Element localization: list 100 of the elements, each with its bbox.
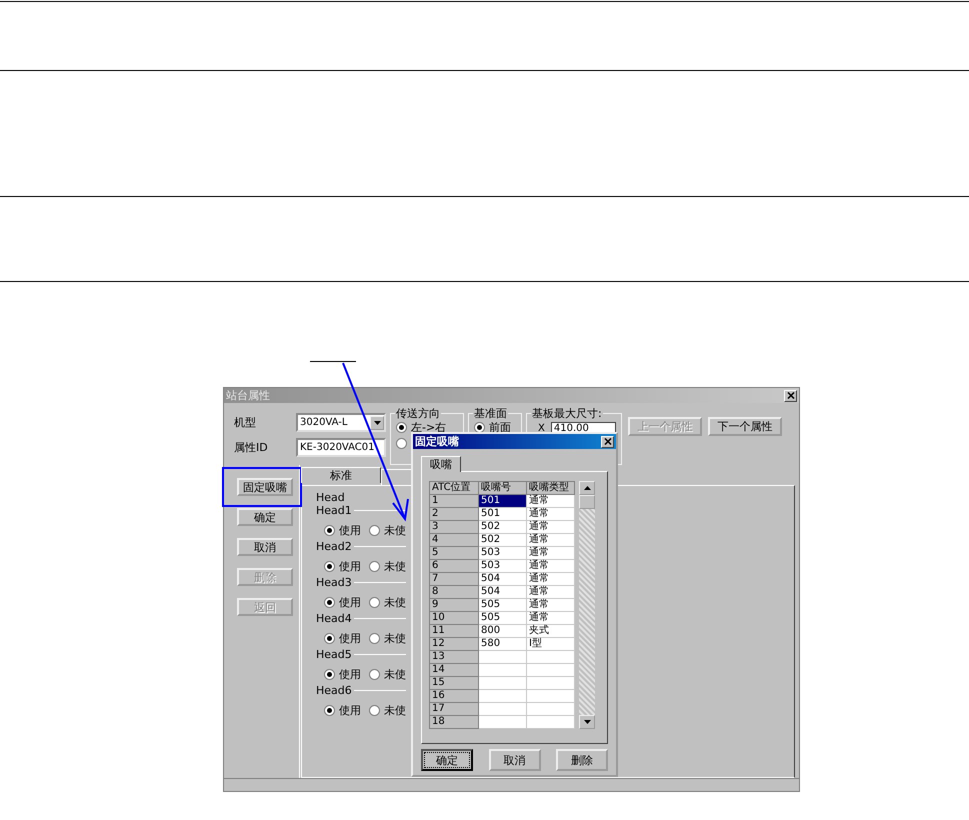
head-label: Head1 bbox=[316, 504, 354, 517]
row-header: 9 bbox=[430, 598, 478, 612]
radio-label: 使用 bbox=[339, 594, 361, 610]
radio-label: 使用 bbox=[339, 558, 361, 574]
group-title: 传送方向 bbox=[395, 406, 441, 421]
radio-label: 未使 bbox=[384, 702, 406, 718]
radio-button[interactable] bbox=[396, 438, 407, 448]
radio-button[interactable] bbox=[369, 632, 380, 644]
head-label: Head2 bbox=[316, 540, 354, 553]
table-cell: 通常 bbox=[526, 572, 574, 586]
table-cell: 800 bbox=[478, 624, 526, 638]
radio-button[interactable] bbox=[324, 632, 335, 644]
side-button[interactable]: 确定 bbox=[237, 508, 293, 526]
combo-box[interactable]: 3020VA-L bbox=[296, 413, 386, 432]
table-cell: 504 bbox=[478, 572, 526, 586]
table-cell: 501 bbox=[478, 508, 526, 520]
group-title: 基准面 bbox=[473, 406, 508, 421]
column-header: 吸嘴号 bbox=[478, 482, 526, 494]
table-cell: 通常 bbox=[526, 494, 574, 508]
row-header: 2 bbox=[430, 508, 478, 520]
table-cell: 通常 bbox=[526, 508, 574, 520]
table-cell bbox=[526, 702, 574, 716]
head-label: Head6 bbox=[316, 684, 354, 697]
scrollbar[interactable] bbox=[579, 481, 595, 729]
caret-up-icon bbox=[584, 486, 590, 490]
row-header: 16 bbox=[430, 690, 478, 702]
radio-button[interactable] bbox=[369, 704, 380, 716]
side-button[interactable]: 固定吸嘴 bbox=[237, 478, 293, 496]
table-cell: 通常 bbox=[526, 598, 574, 612]
radio-label: 使用 bbox=[339, 702, 361, 718]
leader-line bbox=[310, 361, 356, 362]
scroll-down-button[interactable] bbox=[579, 715, 595, 729]
scroll-up-button[interactable] bbox=[579, 481, 595, 495]
dropdown-button[interactable] bbox=[370, 416, 384, 430]
head-label: Head3 bbox=[316, 576, 354, 589]
table-cell: 502 bbox=[478, 534, 526, 546]
close-button[interactable] bbox=[784, 390, 797, 402]
size-label: X bbox=[537, 423, 545, 434]
row-header: 14 bbox=[430, 664, 478, 676]
table-cell bbox=[526, 716, 574, 728]
table-cell: 580 bbox=[478, 638, 526, 650]
radio-label: 未使 bbox=[384, 594, 406, 610]
dialog-title: 固定吸嘴 bbox=[415, 434, 459, 449]
radio-label: 使用 bbox=[339, 522, 361, 538]
dialog-button[interactable]: 删除 bbox=[556, 749, 608, 771]
radio-button[interactable] bbox=[474, 422, 485, 432]
tab[interactable]: 标准 bbox=[301, 467, 381, 483]
table-cell: 503 bbox=[478, 546, 526, 560]
close-button[interactable] bbox=[601, 436, 614, 448]
table-cell: 501 bbox=[478, 494, 526, 508]
radio-button[interactable] bbox=[369, 668, 380, 680]
row-header: 8 bbox=[430, 586, 478, 598]
row-header: 1 bbox=[430, 494, 478, 508]
radio-button[interactable] bbox=[324, 560, 335, 572]
radio-label: 未使 bbox=[384, 522, 406, 538]
table-cell bbox=[526, 650, 574, 664]
radio-button[interactable] bbox=[324, 524, 335, 536]
radio-label: 未使 bbox=[384, 666, 406, 682]
radio-button[interactable] bbox=[369, 560, 380, 572]
table-cell: 503 bbox=[478, 560, 526, 572]
row-header: 18 bbox=[430, 716, 478, 728]
head-label: Head5 bbox=[316, 648, 354, 661]
radio-label: 未使 bbox=[384, 630, 406, 646]
head-label: Head4 bbox=[316, 612, 354, 625]
table-cell: 通常 bbox=[526, 546, 574, 560]
caret-down-icon bbox=[374, 420, 380, 424]
side-button[interactable]: 取消 bbox=[237, 538, 293, 556]
radio-button[interactable] bbox=[324, 704, 335, 716]
window-title: 站台属性 bbox=[226, 388, 270, 403]
nav-button[interactable]: 下一个属性 bbox=[708, 417, 782, 436]
row-header: 6 bbox=[430, 560, 478, 572]
row-header: 5 bbox=[430, 546, 478, 560]
row-header: 4 bbox=[430, 534, 478, 546]
table-cell: 505 bbox=[478, 598, 526, 612]
field-label: 机型 bbox=[234, 415, 256, 430]
table-cell: 502 bbox=[478, 520, 526, 534]
row-header: 13 bbox=[430, 650, 478, 664]
table-cell: 505 bbox=[478, 612, 526, 624]
radio-button[interactable] bbox=[369, 596, 380, 608]
row-header: 17 bbox=[430, 702, 478, 716]
dialog-button[interactable]: 确定 bbox=[421, 749, 473, 771]
table-cell bbox=[526, 690, 574, 702]
dialog-button[interactable]: 取消 bbox=[488, 749, 540, 771]
radio-label: 使用 bbox=[339, 630, 361, 646]
radio-button[interactable] bbox=[396, 422, 407, 432]
table-cell: 通常 bbox=[526, 560, 574, 572]
tab[interactable]: 吸嘴 bbox=[421, 456, 461, 472]
scroll-thumb[interactable] bbox=[579, 495, 595, 509]
field-label: 属性ID bbox=[234, 440, 268, 455]
table-cell: 夹式 bbox=[526, 624, 574, 638]
table-cell: 通常 bbox=[526, 534, 574, 546]
row-header: 12 bbox=[430, 638, 478, 650]
table-cell: 通常 bbox=[526, 612, 574, 624]
radio-button[interactable] bbox=[369, 524, 380, 536]
radio-button[interactable] bbox=[324, 596, 335, 608]
table-cell: 通常 bbox=[526, 586, 574, 598]
group-title: 基板最大尺寸: bbox=[531, 406, 603, 421]
input-field[interactable]: KE-3020VAC01 bbox=[296, 438, 386, 457]
row-header: 3 bbox=[430, 520, 478, 534]
radio-button[interactable] bbox=[324, 668, 335, 680]
